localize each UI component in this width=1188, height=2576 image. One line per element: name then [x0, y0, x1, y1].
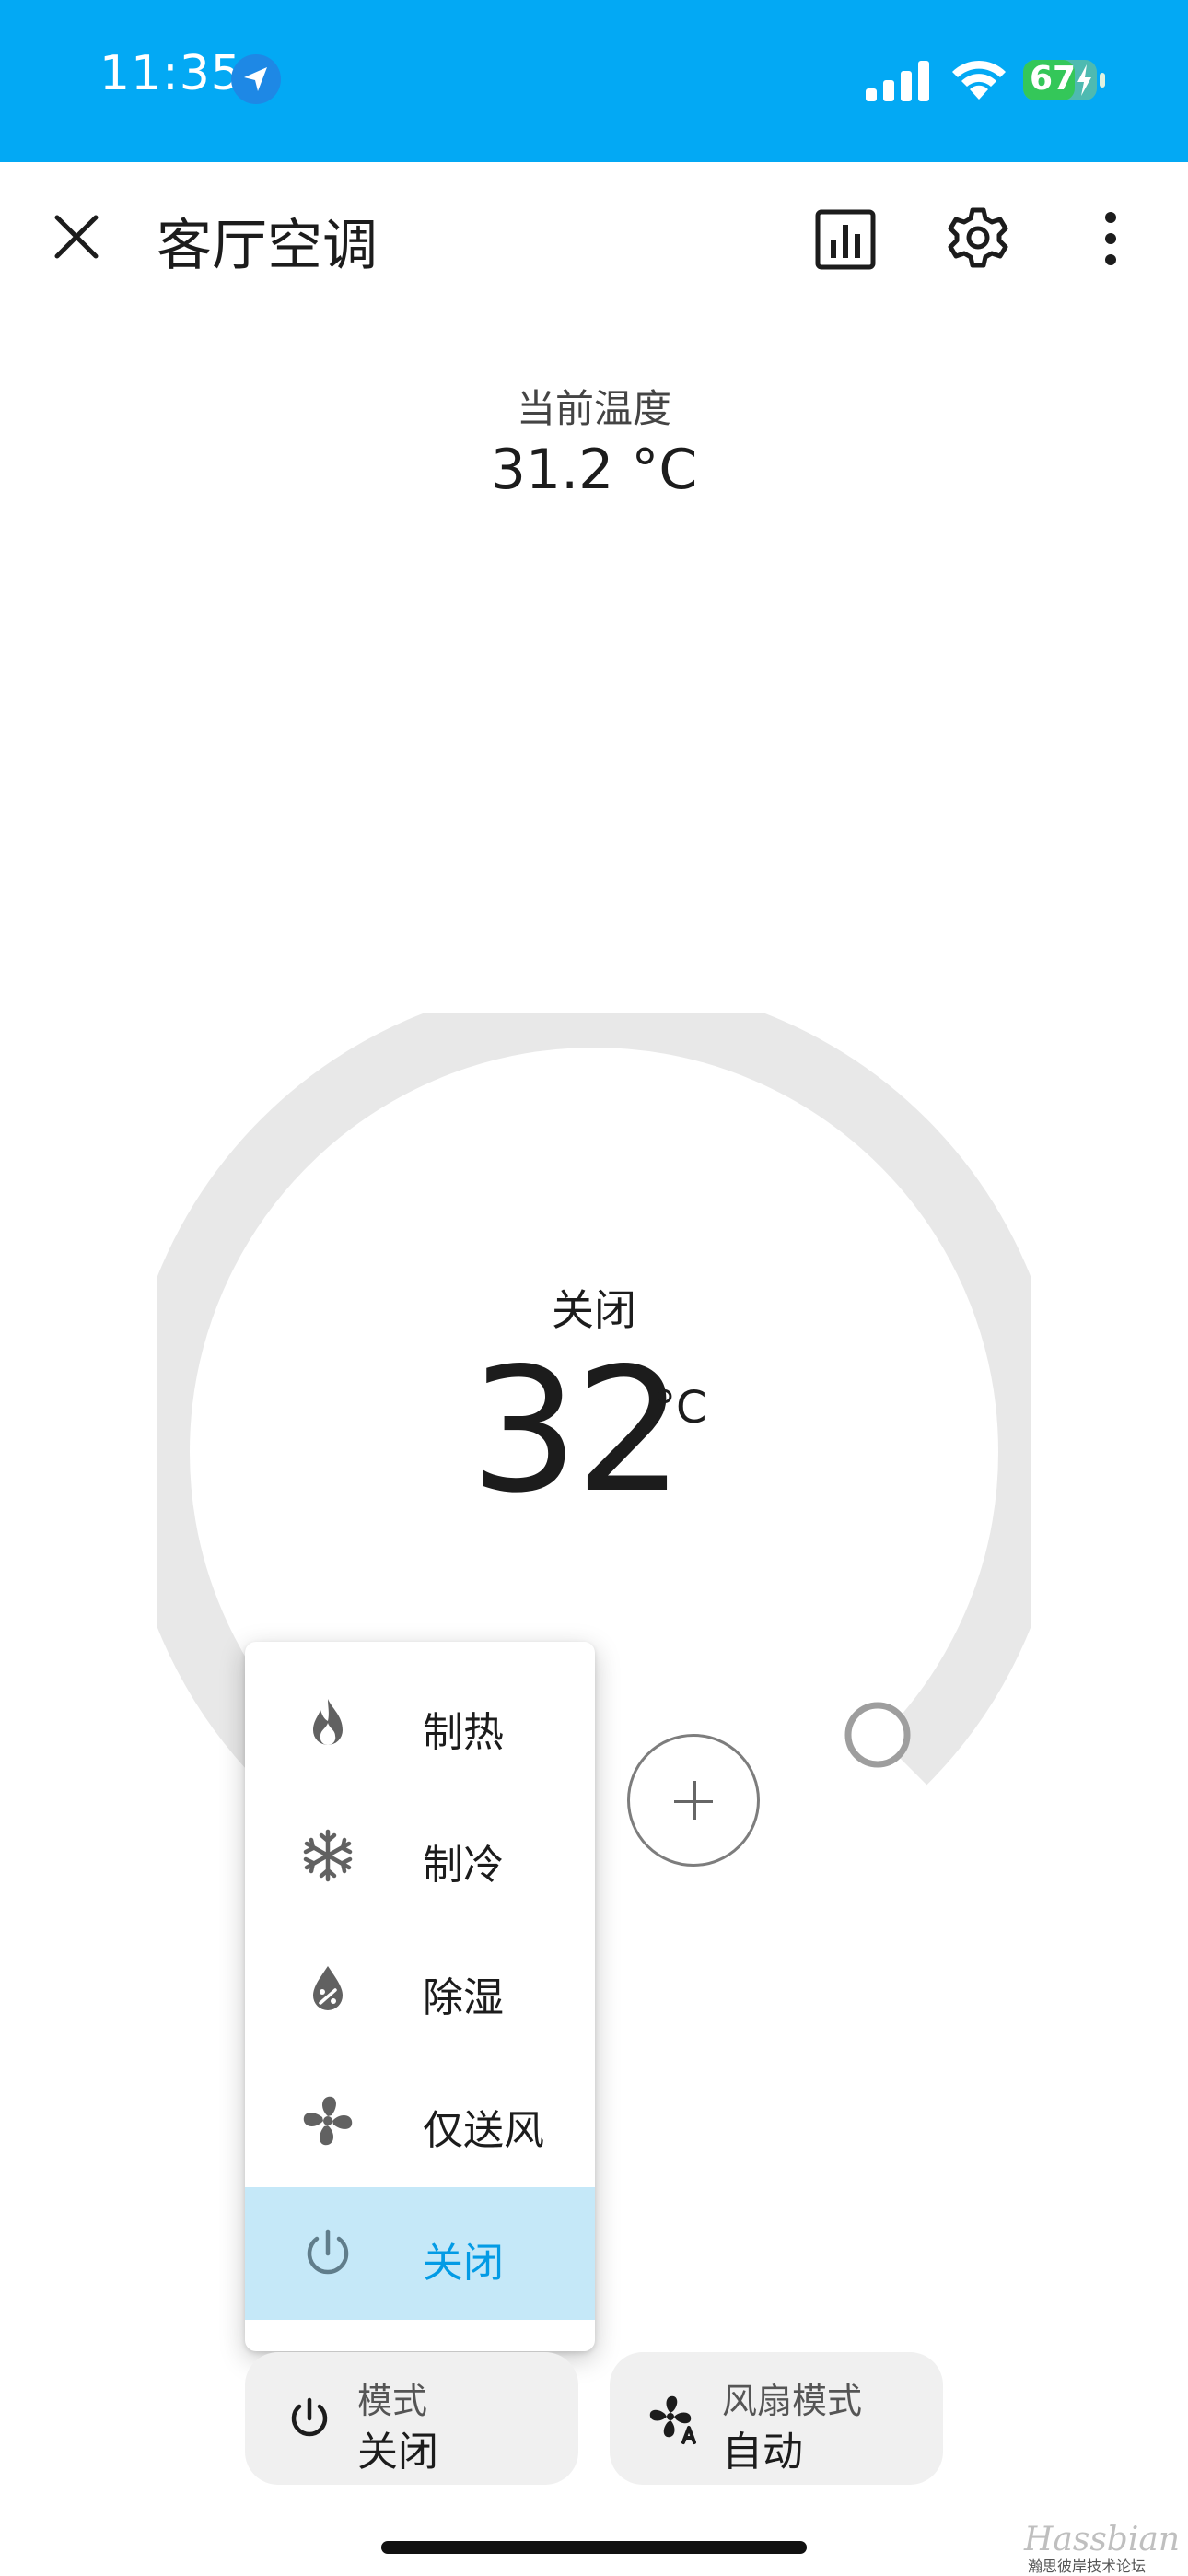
- fan-auto-icon: [649, 2395, 696, 2444]
- snowflake-icon: [303, 1829, 353, 1882]
- menu-item-fan-only[interactable]: 仅送风: [245, 2055, 595, 2187]
- target-temperature: 32: [470, 1330, 684, 1530]
- menu-item-label: 制冷: [423, 1842, 504, 1889]
- power-icon: [291, 2397, 328, 2437]
- menu-item-label: 制热: [423, 1709, 504, 1756]
- app-header: 客厅空调: [0, 162, 1188, 313]
- water-percent-icon: [313, 1966, 343, 2010]
- fan-mode-value: 自动: [722, 2429, 803, 2476]
- watermark-subtitle: 瀚思彼岸技术论坛: [1028, 2558, 1147, 2575]
- menu-item-off[interactable]: 关闭: [245, 2187, 595, 2320]
- gear-icon[interactable]: [945, 205, 1011, 271]
- menu-item-cool[interactable]: 制冷: [245, 1789, 595, 1922]
- menu-item-heat[interactable]: 制热: [245, 1657, 595, 1789]
- hvac-mode-chip[interactable]: 模式 关闭: [245, 2352, 578, 2485]
- current-temperature-label: 当前温度: [516, 386, 671, 431]
- location-arrow-icon: [231, 54, 281, 104]
- status-bar: 11:35 67: [0, 0, 1188, 162]
- power-icon: [307, 2229, 349, 2275]
- hvac-mode-value: 关闭: [357, 2429, 438, 2476]
- menu-item-label: 除湿: [423, 1974, 504, 2021]
- target-temperature-unit: °C: [654, 1382, 707, 1434]
- wifi-icon: [952, 60, 1006, 100]
- menu-item-dry[interactable]: 除湿: [245, 1922, 595, 2055]
- fan-mode-label: 风扇模式: [722, 2381, 863, 2421]
- increase-temperature-button[interactable]: [627, 1734, 760, 1867]
- fire-icon: [313, 1699, 343, 1746]
- close-icon[interactable]: [48, 208, 105, 265]
- menu-item-label: 仅送风: [423, 2107, 544, 2154]
- status-time: 11:35: [99, 46, 242, 101]
- fan-mode-chip[interactable]: 风扇模式 自动: [610, 2352, 943, 2485]
- more-vertical-icon[interactable]: [1083, 208, 1138, 269]
- watermark-brand: Hassbian: [1024, 2521, 1181, 2558]
- page-title: 客厅空调: [157, 214, 378, 278]
- dial-hvac-state: 关闭: [552, 1285, 636, 1335]
- hvac-mode-menu: 制热 制冷 除湿 仅送风 关闭: [245, 1642, 595, 2351]
- fan-icon: [303, 2096, 353, 2146]
- cellular-signal-icon: [866, 61, 929, 101]
- dial-handle: [844, 1702, 911, 1768]
- hvac-mode-label: 模式: [357, 2381, 428, 2421]
- home-indicator[interactable]: [381, 2541, 807, 2554]
- battery-level: 67: [1030, 60, 1077, 98]
- menu-item-label: 关闭: [423, 2240, 504, 2287]
- current-temperature-value: 31.2 °C: [490, 438, 698, 502]
- history-chart-icon[interactable]: [812, 206, 879, 273]
